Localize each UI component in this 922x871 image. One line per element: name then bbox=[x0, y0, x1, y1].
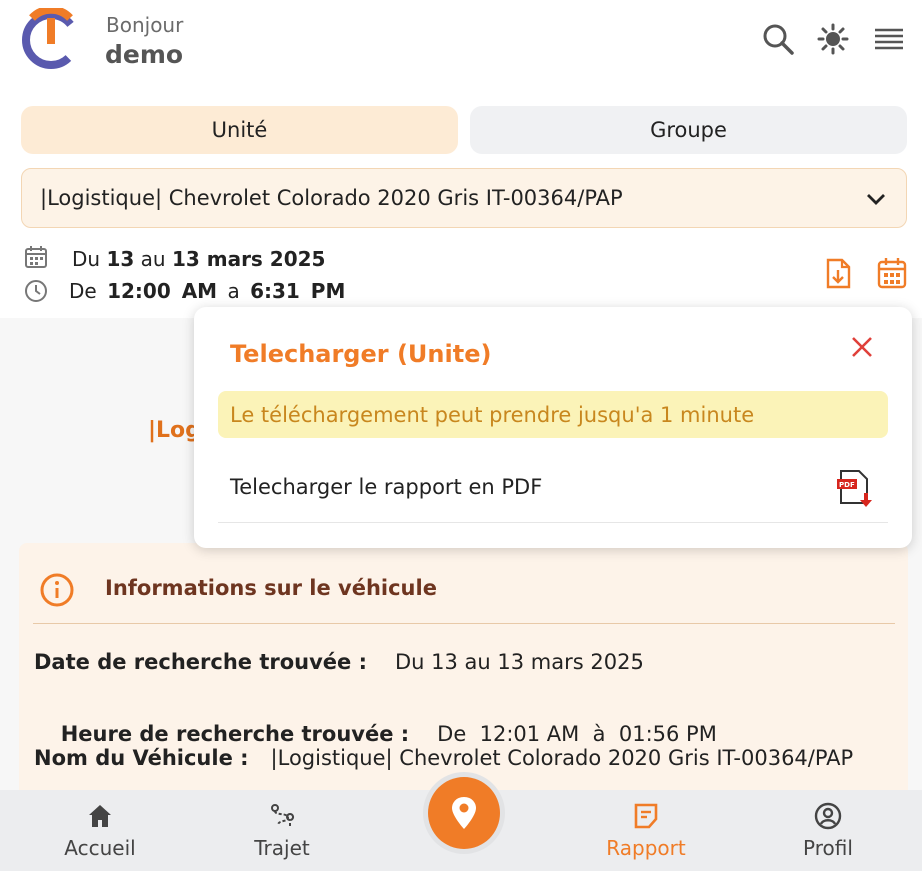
brightness-icon[interactable] bbox=[816, 22, 850, 56]
close-icon[interactable] bbox=[849, 334, 875, 360]
location-pin-icon bbox=[452, 797, 476, 829]
download-warning: Le téléchargement peut prendre jusqu'a 1… bbox=[218, 391, 888, 438]
tab-groupe[interactable]: Groupe bbox=[470, 106, 907, 154]
time-range: De 12:00 AM a 6:31 PM bbox=[69, 279, 345, 303]
time-from: 12:00 AM bbox=[107, 279, 218, 303]
date-range: Du 13 au 13 mars 2025 bbox=[72, 247, 325, 271]
download-popup: Telecharger (Unite) Le téléchargement pe… bbox=[194, 307, 912, 548]
calendar-icon bbox=[25, 246, 47, 268]
app-logo-icon bbox=[22, 8, 80, 69]
profile-icon bbox=[814, 802, 842, 830]
nav-trajet[interactable]: Trajet bbox=[217, 790, 347, 871]
nav-rapport[interactable]: Rapport bbox=[581, 790, 711, 871]
time-de: De bbox=[69, 279, 97, 303]
home-icon bbox=[89, 805, 111, 827]
pdf-download-icon[interactable]: PDF bbox=[835, 469, 875, 509]
info-row-value: |Logistique| Chevrolet Colorado 2020 Gri… bbox=[270, 746, 854, 770]
date-from: 13 bbox=[106, 247, 135, 271]
username: demo bbox=[105, 40, 184, 69]
info-row-label: Nom du Véhicule : bbox=[34, 746, 249, 770]
clock-icon bbox=[25, 280, 47, 302]
map-fab-button[interactable] bbox=[428, 777, 500, 849]
info-icon bbox=[40, 573, 74, 607]
nav-label: Accueil bbox=[64, 836, 136, 860]
info-row-vehicle: Nom du Véhicule : |Logistique| Chevrolet … bbox=[34, 746, 853, 770]
report-vehicle-title: |Log bbox=[148, 418, 201, 443]
route-icon bbox=[271, 804, 295, 826]
tab-unite[interactable]: Unité bbox=[21, 106, 458, 154]
nav-label: Profil bbox=[803, 836, 853, 860]
nav-label: Rapport bbox=[606, 836, 686, 860]
date-to: 13 mars 2025 bbox=[171, 247, 326, 271]
divider bbox=[33, 623, 895, 624]
date-du: Du bbox=[72, 247, 101, 271]
info-row-value: Du 13 au 13 mars 2025 bbox=[395, 650, 644, 674]
info-card-title: Informations sur le véhicule bbox=[105, 576, 437, 600]
report-icon bbox=[634, 803, 658, 829]
info-row-label: Heure de recherche trouvée : bbox=[60, 722, 410, 746]
nav-accueil[interactable]: Accueil bbox=[35, 790, 165, 871]
greeting: Bonjour bbox=[106, 13, 184, 37]
download-pdf-label: Telecharger le rapport en PDF bbox=[230, 475, 543, 499]
download-icon[interactable] bbox=[824, 258, 852, 290]
calendar-picker-icon[interactable] bbox=[877, 257, 907, 289]
date-au: au bbox=[140, 247, 166, 271]
popup-title: Telecharger (Unite) bbox=[230, 340, 492, 368]
svg-text:PDF: PDF bbox=[839, 481, 855, 489]
nav-profil[interactable]: Profil bbox=[763, 790, 893, 871]
vehicle-select-value: |Logistique| Chevrolet Colorado 2020 Gri… bbox=[40, 186, 623, 210]
menu-icon[interactable] bbox=[872, 22, 906, 56]
time-to: 6:31 PM bbox=[250, 279, 346, 303]
search-icon[interactable] bbox=[761, 22, 795, 56]
info-row-date: Date de recherche trouvée : Du 13 au 13 m… bbox=[34, 650, 644, 674]
info-row-value: De 12:01 AM à 01:56 PM bbox=[437, 722, 717, 746]
nav-label: Trajet bbox=[254, 836, 310, 860]
time-a: a bbox=[227, 279, 240, 303]
download-pdf-option[interactable]: Telecharger le rapport en PDF PDF bbox=[218, 457, 888, 523]
chevron-down-icon bbox=[867, 194, 885, 205]
vehicle-select[interactable]: |Logistique| Chevrolet Colorado 2020 Gri… bbox=[21, 168, 907, 228]
info-row-label: Date de recherche trouvée : bbox=[34, 650, 367, 674]
